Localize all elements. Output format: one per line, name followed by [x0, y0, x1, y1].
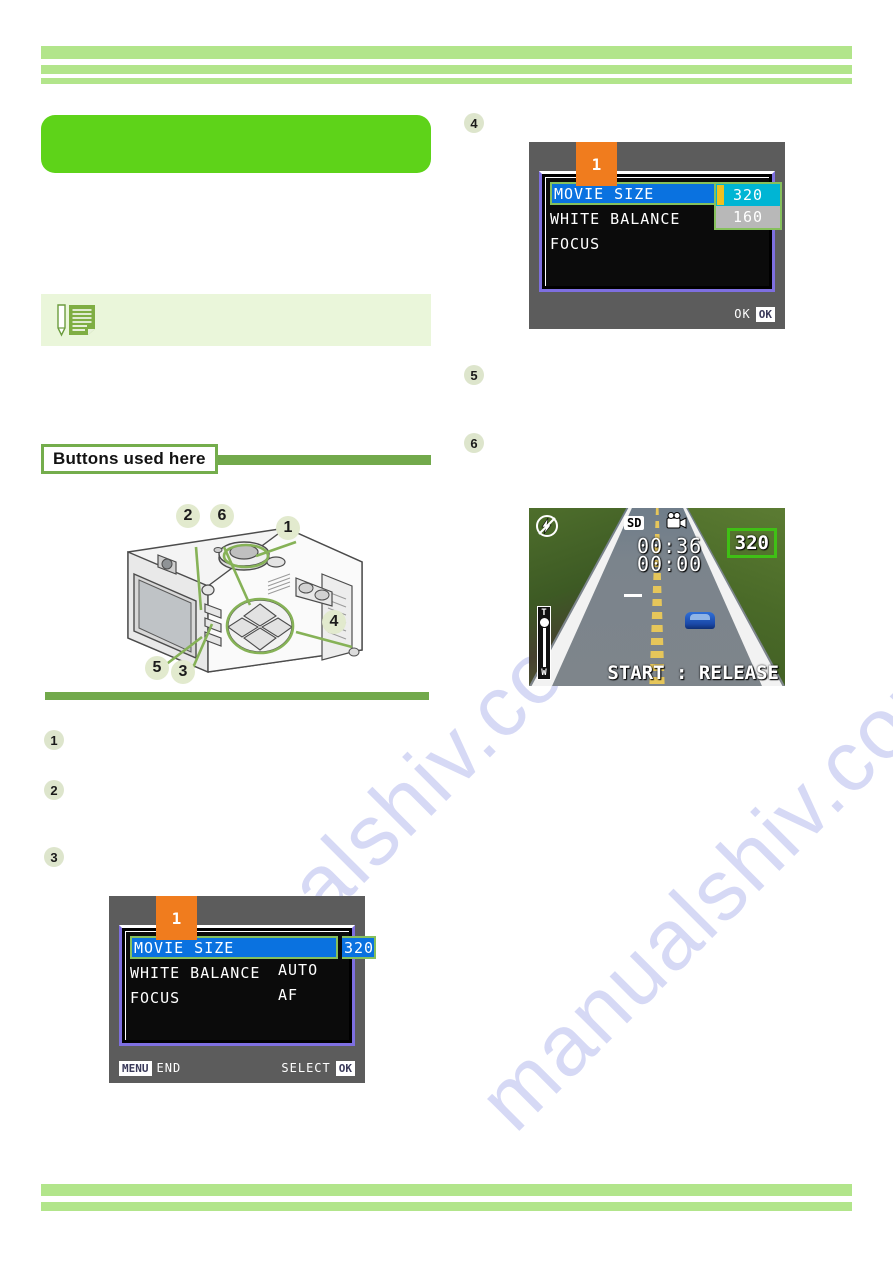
footer-right-label: OK [734, 307, 751, 321]
step-bullet-2: 2 [44, 780, 64, 800]
zoom-knob[interactable] [539, 618, 549, 627]
lcd-screenshot-live-view: SD 00:36 00:00 320 START : RELEASE T W [529, 508, 785, 686]
lcd-screenshot-step4: 1 MOVIE SIZE WHITE BALANCE FOCUS 320 160… [529, 142, 785, 329]
camera-callout-5: 5 [145, 656, 169, 680]
menu-row-focus-value: AF [278, 986, 299, 1004]
camera-callout-2: 2 [176, 504, 200, 528]
lcd-footer-bar: MENU END SELECT OK [119, 1057, 355, 1079]
header-rule-medium [41, 65, 852, 74]
camera-illustration: 2 6 1 4 5 3 [100, 500, 390, 690]
dropdown-selection-marker [717, 185, 724, 205]
memo-pencil-icon [57, 304, 95, 337]
camera-callout-1: 1 [276, 516, 300, 540]
menu-row-focus[interactable]: FOCUS [130, 986, 180, 1010]
menu-row-white-balance[interactable]: WHITE BALANCE [550, 207, 680, 231]
menu-row-movie-size-value: 320 [340, 936, 376, 959]
menu-row-label: WHITE BALANCE [130, 964, 261, 982]
movie-size-badge: 320 [726, 528, 777, 558]
footer-left-label: END [156, 1061, 182, 1075]
header-rule-thin [41, 78, 852, 84]
zoom-bar-indicator: T W [537, 606, 551, 680]
menu-tab-number: 1 [576, 142, 617, 186]
step-bullet-5: 5 [464, 365, 484, 385]
menu-row-white-balance[interactable]: WHITE BALANCE [130, 961, 260, 985]
sd-card-icon: SD [624, 516, 645, 530]
dropdown-option-160[interactable]: 160 [716, 206, 780, 228]
menu-row-label: FOCUS [550, 235, 601, 253]
camera-body-drawing [127, 527, 363, 674]
menu-key-icon[interactable]: MENU [119, 1060, 152, 1076]
menu-panel-inner: MOVIE SIZE 320 WHITE BALANCE AUTO FOCUS … [125, 931, 376, 1040]
menu-row-white-balance-value: AUTO [278, 961, 319, 979]
watermark-text: manualshiv.com [460, 626, 893, 1149]
dropdown-option-320[interactable]: 320 [716, 184, 780, 206]
zoom-tele-label: T [541, 608, 547, 618]
note-callout-box [41, 294, 431, 346]
buttons-used-here-label: Buttons used here [41, 444, 218, 474]
recording-time-elapsed: 00:00 [637, 552, 703, 576]
menu-row-label: WHITE BALANCE [550, 210, 681, 228]
menu-panel: MOVIE SIZE 320 WHITE BALANCE AUTO FOCUS … [119, 925, 376, 1046]
step-bullet-6: 6 [464, 433, 484, 453]
movie-camera-icon [666, 512, 687, 529]
movie-size-dropdown[interactable]: 320 160 [714, 182, 782, 230]
focus-mark [624, 594, 642, 597]
footer-rule-thin [41, 1202, 852, 1211]
blue-car [685, 612, 715, 629]
flash-off-icon [536, 515, 558, 537]
footer-right-label: SELECT [281, 1061, 331, 1075]
menu-row-label: MOVIE SIZE [554, 184, 655, 203]
dropdown-option-label: 160 [732, 208, 764, 226]
lcd-footer-bar: OK OK [539, 303, 775, 325]
zoom-wide-label: W [541, 668, 547, 678]
footer-rule-thick [41, 1184, 852, 1196]
menu-panel-inner: MOVIE SIZE WHITE BALANCE FOCUS 320 160 [545, 177, 782, 286]
highlight-divider [338, 936, 342, 959]
camera-callout-3: 3 [171, 660, 195, 684]
footer-right-group: OK OK [734, 306, 775, 322]
camera-section-divider [45, 692, 429, 700]
menu-row-focus[interactable]: FOCUS [550, 232, 600, 256]
ok-key-icon[interactable]: OK [335, 1060, 355, 1076]
manual-page: manualshiv.com manualshiv.com Buttons us… [0, 0, 893, 1263]
ok-key-icon[interactable]: OK [755, 306, 775, 322]
header-rule-thick [41, 46, 852, 59]
footer-right-group: SELECT OK [281, 1060, 355, 1076]
camera-callout-4: 4 [322, 610, 346, 634]
camera-callout-6: 6 [210, 504, 234, 528]
start-hint-text: START : RELEASE [607, 662, 779, 684]
menu-panel: MOVIE SIZE WHITE BALANCE FOCUS 320 160 [539, 171, 782, 292]
menu-row-label: MOVIE SIZE [134, 938, 235, 957]
menu-tab-number: 1 [156, 896, 197, 940]
section-title-pill [41, 115, 431, 173]
buttons-used-here-header: Buttons used here [41, 444, 431, 476]
step-bullet-1: 1 [44, 730, 64, 750]
step-bullet-4: 4 [464, 113, 484, 133]
menu-row-label: FOCUS [130, 989, 181, 1007]
step-bullet-3: 3 [44, 847, 64, 867]
dropdown-option-label: 320 [732, 186, 764, 204]
zoom-track [542, 628, 546, 667]
lcd-screenshot-step3: 1 MOVIE SIZE 320 WHITE BALANCE AUTO FOCU… [109, 896, 376, 1083]
